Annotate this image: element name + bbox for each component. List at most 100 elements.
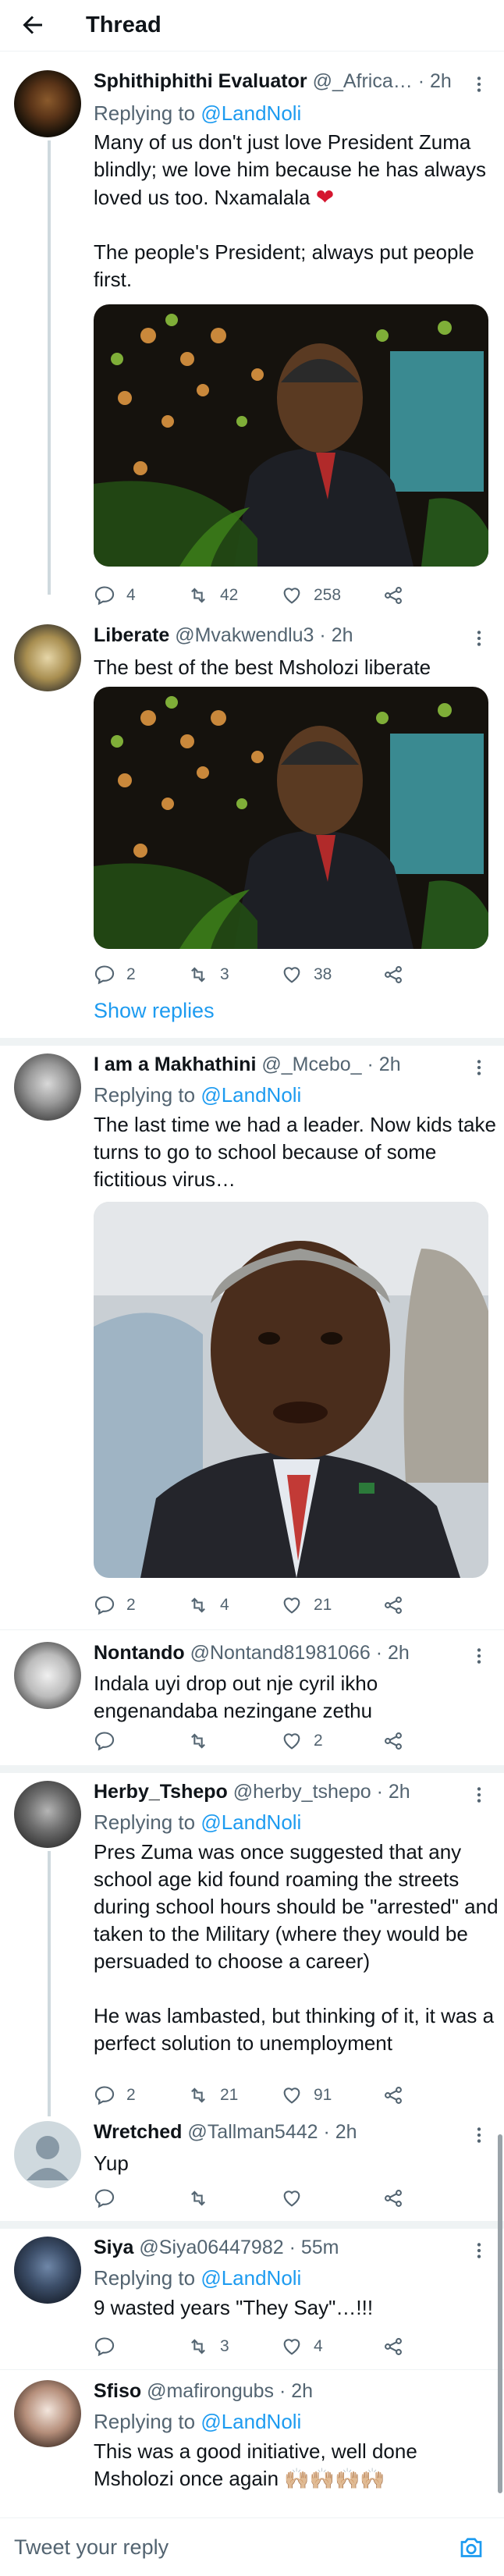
avatar[interactable] (14, 70, 81, 137)
thread-connector (48, 1851, 51, 2116)
retweet-button[interactable] (187, 2185, 220, 2212)
show-replies-link[interactable]: Show replies (94, 999, 215, 1023)
more-options-icon[interactable] (474, 74, 484, 94)
camera-icon[interactable] (457, 2534, 485, 2562)
section-divider (0, 1765, 504, 1773)
heart-icon (283, 2087, 300, 2104)
retweet-button[interactable]: 3 (187, 2333, 229, 2360)
more-options-icon[interactable] (474, 2125, 484, 2145)
retweet-button[interactable]: 3 (187, 961, 229, 988)
like-button[interactable]: 91 (281, 2082, 332, 2109)
mention-link[interactable]: @LandNoli (201, 2266, 301, 2290)
default-avatar-icon (27, 2136, 69, 2180)
tweet-author[interactable]: Herby_Tshepo @herby_tshepo · 2h (94, 1781, 460, 1803)
tweet-actions: 2 4 21 (94, 1592, 453, 1618)
share-button[interactable] (382, 582, 415, 609)
like-button[interactable]: 21 (281, 1592, 332, 1618)
heart-icon (283, 2190, 300, 2207)
like-count: 4 (314, 2337, 323, 2355)
more-options-icon[interactable] (474, 628, 484, 648)
share-icon (385, 2338, 402, 2355)
avatar[interactable] (14, 2121, 81, 2188)
avatar[interactable] (14, 1053, 81, 1121)
reply-button[interactable]: 2 (94, 961, 136, 988)
mention-link[interactable]: @LandNoli (201, 1083, 301, 1107)
reply-button[interactable]: 4 (94, 582, 136, 609)
mention-link[interactable]: @LandNoli (201, 1810, 301, 1834)
back-arrow-icon[interactable] (19, 11, 47, 39)
share-button[interactable] (382, 1728, 415, 1754)
retweet-count: 4 (220, 1596, 229, 1614)
like-button[interactable]: 38 (281, 961, 332, 988)
tweet-divider (0, 2369, 504, 2370)
retweet-button[interactable]: 4 (187, 1592, 229, 1618)
avatar[interactable] (14, 2380, 81, 2447)
share-button[interactable] (382, 2185, 415, 2212)
reply-icon (94, 1732, 115, 1751)
share-icon (385, 2087, 402, 2104)
tweet-author[interactable]: Siya @Siya06447982 · 55m (94, 2237, 460, 2259)
more-options-icon[interactable] (474, 1785, 484, 1805)
retweet-icon (191, 588, 205, 603)
section-divider (0, 1038, 504, 1046)
more-options-icon[interactable] (474, 1646, 484, 1666)
tweet-actions: 2 21 91 (94, 2082, 453, 2109)
tweet-actions: 4 42 258 (94, 582, 453, 609)
retweet-icon (191, 2339, 205, 2354)
avatar[interactable] (14, 1642, 81, 1709)
tweet-actions: 2 3 38 (94, 961, 453, 988)
like-button[interactable] (281, 2185, 314, 2212)
tweet-text: Many of us don't just love President Zum… (94, 130, 486, 291)
more-options-icon[interactable] (474, 2240, 484, 2261)
reply-button[interactable]: 2 (94, 1592, 136, 1618)
tweet-author[interactable]: Sphithiphithi Evaluator @_Africa… · 2h (94, 70, 460, 93)
retweet-button[interactable] (187, 1728, 220, 1754)
retweet-button[interactable]: 42 (187, 582, 238, 609)
reply-button[interactable] (94, 1728, 126, 1754)
tweet-author[interactable]: Sfiso @mafirongubs · 2h (94, 2380, 460, 2403)
avatar[interactable] (14, 624, 81, 691)
tweet-actions (94, 2185, 453, 2212)
more-options-icon[interactable] (474, 1057, 484, 1078)
reply-icon (94, 2086, 115, 2105)
replying-to: Replying to @LandNoli (94, 1810, 302, 1834)
tweet-author[interactable]: Liberate @Mvakwendlu3 · 2h (94, 624, 460, 647)
like-count: 21 (314, 1596, 332, 1614)
reply-button[interactable]: 2 (94, 2082, 136, 2109)
share-icon (385, 1597, 402, 1614)
tweet-author[interactable]: I am a Makhathini @_Mcebo_ · 2h (94, 1053, 460, 1076)
tweet-divider (0, 1629, 504, 1630)
retweet-button[interactable]: 21 (187, 2082, 238, 2109)
tweet-text: Indala uyi drop out nje cyril ikho engen… (94, 1672, 378, 1722)
reply-count: 2 (126, 965, 136, 983)
reply-icon (94, 2337, 115, 2357)
tweet-reply-input[interactable]: Tweet your reply (14, 2535, 169, 2560)
tweet-text: Yup (94, 2151, 129, 2175)
like-button[interactable]: 4 (281, 2333, 323, 2360)
share-button[interactable] (382, 1592, 415, 1618)
retweet-count: 3 (220, 965, 229, 983)
tweet-text: 9 wasted years "They Say"…!!! (94, 2296, 374, 2319)
tweet-author[interactable]: Wretched @Tallman5442 · 2h (94, 2121, 460, 2144)
scrollbar[interactable] (498, 2134, 502, 2493)
retweet-icon (191, 967, 205, 982)
share-button[interactable] (382, 2082, 415, 2109)
reply-composer[interactable]: Tweet your reply (0, 2517, 504, 2576)
mention-link[interactable]: @LandNoli (201, 101, 301, 125)
avatar[interactable] (14, 2237, 81, 2304)
reply-count: 4 (126, 586, 136, 604)
tweet-actions: 2 (94, 1728, 453, 1754)
tweet-photo[interactable] (94, 304, 488, 567)
like-button[interactable]: 2 (281, 1728, 323, 1754)
share-button[interactable] (382, 961, 415, 988)
share-button[interactable] (382, 2333, 415, 2360)
reply-button[interactable] (94, 2185, 126, 2212)
heart-emoji: ❤ (315, 185, 335, 209)
reply-button[interactable] (94, 2333, 126, 2360)
tweet-photo[interactable] (94, 1202, 488, 1578)
avatar[interactable] (14, 1781, 81, 1848)
tweet-author[interactable]: Nontando @Nontand81981066 · 2h (94, 1642, 468, 1665)
mention-link[interactable]: @LandNoli (201, 2410, 301, 2433)
tweet-photo[interactable] (94, 687, 488, 949)
like-button[interactable]: 258 (281, 582, 341, 609)
